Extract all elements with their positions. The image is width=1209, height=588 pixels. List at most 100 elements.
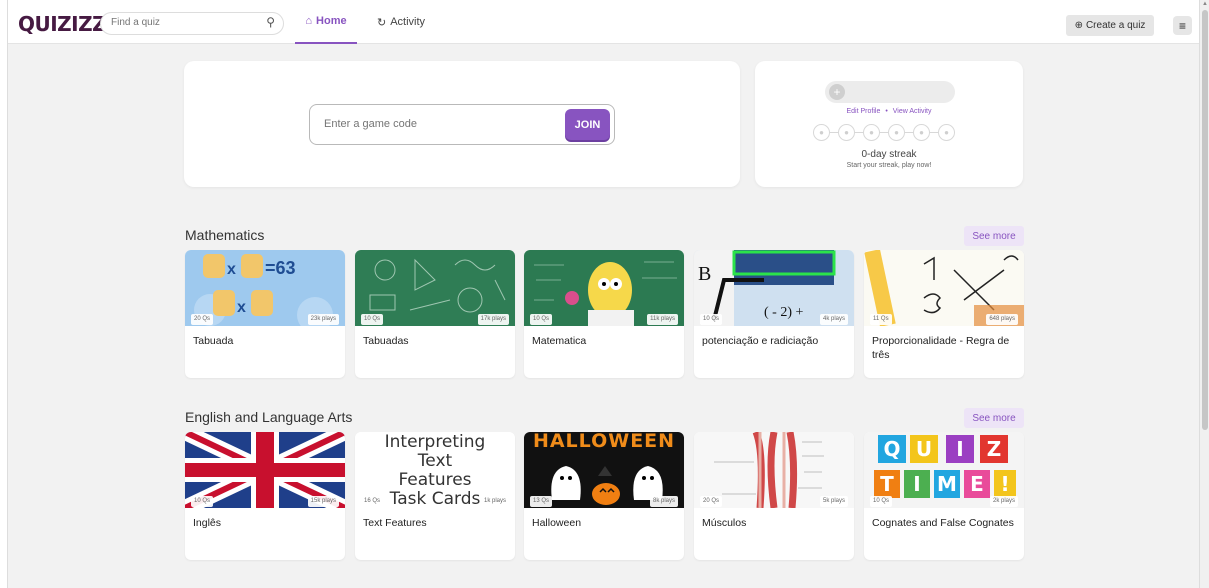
- section-title-english: English and Language Arts: [185, 409, 353, 425]
- quiz-title: Músculos: [702, 517, 747, 529]
- create-quiz-label: Create a quiz: [1085, 20, 1146, 31]
- profile-name-pill[interactable]: +: [825, 81, 955, 103]
- plays-count-badge: 15k plays: [307, 496, 339, 507]
- streak-flame-icon: ●: [888, 124, 905, 141]
- home-icon: ⌂: [305, 15, 313, 27]
- nav-tab-activity-label: Activity: [390, 16, 426, 28]
- plays-count-badge: 648 plays: [986, 314, 1018, 325]
- question-count-badge: 11 Qs: [870, 314, 892, 325]
- thumbnail-letter: T: [874, 470, 900, 498]
- thumbnail-text-line: Text: [417, 451, 453, 471]
- streak-flame-icon: ●: [838, 124, 855, 141]
- thumbnail-letter: U: [910, 435, 938, 463]
- plays-count-badge: 17k plays: [477, 314, 509, 325]
- question-count-badge: 10 Qs: [361, 314, 384, 325]
- see-more-english-button[interactable]: See more: [964, 408, 1024, 428]
- scroll-up-arrow-icon[interactable]: ▲: [1202, 1, 1208, 7]
- quiz-card[interactable]: Interpreting Text Features Task Cards 16…: [355, 432, 515, 560]
- quiz-title: Tabuadas: [363, 335, 409, 347]
- question-count-badge: 10 Qs: [700, 314, 723, 325]
- thumbnail-letter: Z: [980, 435, 1008, 463]
- vertical-scrollbar[interactable]: ▲: [1199, 0, 1209, 588]
- thumbnail-letter: M: [934, 470, 960, 498]
- question-count-badge: 20 Qs: [700, 496, 723, 507]
- plays-count-badge: 11k plays: [647, 314, 678, 325]
- quiz-title: potenciação e radiciação: [702, 335, 819, 347]
- link-separator: •: [885, 108, 888, 115]
- hamburger-icon: ≡: [1178, 18, 1186, 33]
- question-count-badge: 10 Qs: [191, 496, 214, 507]
- question-count-badge: 13 Qs: [530, 496, 553, 507]
- quiz-card[interactable]: 10 Qs 15k plays Inglês: [185, 432, 345, 560]
- svg-text:x: x: [227, 261, 236, 278]
- question-count-badge: 16 Qs: [361, 496, 384, 507]
- create-quiz-button[interactable]: ⊕ Create a quiz: [1066, 15, 1154, 36]
- thumbnail-text-line: Features: [398, 470, 472, 490]
- scrollbar-thumb[interactable]: [1202, 10, 1208, 430]
- nav-tab-home[interactable]: ⌂ Home: [295, 0, 357, 44]
- nav-tab-activity[interactable]: ↻ Activity: [371, 0, 431, 44]
- question-count-badge: 20 Qs: [191, 314, 214, 325]
- window-frame-left: [0, 0, 8, 588]
- streak-flame-icon: ●: [938, 124, 955, 141]
- plus-circle-icon: ⊕: [1074, 20, 1083, 31]
- thumbnail-letter: !: [994, 470, 1016, 498]
- quizizz-logo[interactable]: QUIZIZZ: [18, 12, 107, 36]
- profile-links: Edit Profile • View Activity: [755, 108, 1023, 115]
- avatar-add-icon[interactable]: +: [829, 84, 845, 100]
- thumbnail-letter: Q: [878, 435, 906, 463]
- quiz-title: Matematica: [532, 335, 587, 347]
- plays-count-badge: 1k plays: [480, 496, 509, 507]
- quiz-card[interactable]: 20 Qs 5k plays Músculos: [694, 432, 854, 560]
- search-box[interactable]: ⚲: [100, 12, 284, 35]
- quiz-card[interactable]: Q U I Z T I M E ! 10 Qs 2k plays Cognate…: [864, 432, 1024, 560]
- hamburger-menu-button[interactable]: ≡: [1173, 16, 1192, 35]
- game-code-box[interactable]: JOIN: [309, 104, 615, 145]
- streak-flame-icon: ●: [813, 124, 830, 141]
- see-more-mathematics-button[interactable]: See more: [964, 226, 1024, 246]
- search-icon[interactable]: ⚲: [266, 15, 275, 29]
- section-title-mathematics: Mathematics: [185, 227, 265, 243]
- plays-count-badge: 5k plays: [819, 496, 848, 507]
- top-navbar: QUIZIZZ ⚲ ⌂ Home ↻ Activity ⊕ Create a q…: [8, 0, 1199, 44]
- quiz-title: Halloween: [532, 517, 582, 529]
- profile-streak-card: + Edit Profile • View Activity ● ● ● ● ●…: [755, 61, 1023, 187]
- view-activity-link[interactable]: View Activity: [893, 108, 932, 115]
- svg-text:x: x: [237, 299, 246, 316]
- streak-flame-icon: ●: [863, 124, 880, 141]
- quiz-title: Cognates and False Cognates: [872, 517, 1014, 529]
- quiz-card[interactable]: B ( - 2) + 10 Qs 4k plays potenciação e …: [694, 250, 854, 378]
- streak-row: ● ● ● ● ● ●: [813, 124, 955, 141]
- thumbnail-letter: I: [946, 435, 974, 463]
- join-game-card: JOIN: [184, 61, 740, 187]
- question-count-badge: 10 Qs: [530, 314, 553, 325]
- thumbnail-text-line: Interpreting: [384, 432, 486, 452]
- quiz-card[interactable]: x =63 x 20 Qs 23k plays Tabuada: [185, 250, 345, 378]
- quiz-title: Inglês: [193, 517, 222, 529]
- search-input[interactable]: [111, 17, 251, 28]
- plays-count-badge: 23k plays: [307, 314, 339, 325]
- svg-text:( - 2) +: ( - 2) +: [764, 305, 803, 320]
- plays-count-badge: 8k plays: [649, 496, 678, 507]
- quiz-title: Tabuada: [193, 335, 234, 347]
- quiz-title: Proporcionalidade - Regra de três: [872, 335, 1010, 361]
- svg-text:B: B: [698, 263, 711, 285]
- nav-tab-home-label: Home: [316, 15, 347, 27]
- quiz-card[interactable]: 10 Qs 17k plays Tabuadas: [355, 250, 515, 378]
- history-icon: ↻: [376, 16, 387, 29]
- quiz-title: Text Features: [363, 517, 427, 529]
- streak-title: 0-day streak: [861, 149, 917, 160]
- thumbnail-letter: I: [904, 470, 930, 498]
- question-count-badge: 10 Qs: [870, 496, 893, 507]
- quiz-card[interactable]: 11 Qs 648 plays Proporcionalidade - Regr…: [864, 250, 1024, 378]
- join-button[interactable]: JOIN: [565, 109, 610, 140]
- streak-subtitle: Start your streak, play now!: [846, 162, 932, 169]
- streak-flame-icon: ●: [913, 124, 930, 141]
- quiz-card[interactable]: HALLOWEEN 13 Qs 8k plays Halloween: [524, 432, 684, 560]
- game-code-input[interactable]: [324, 118, 544, 130]
- quiz-card[interactable]: 10 Qs 11k plays Matematica: [524, 250, 684, 378]
- plays-count-badge: 4k plays: [819, 314, 848, 325]
- edit-profile-link[interactable]: Edit Profile: [847, 108, 881, 115]
- plays-count-badge: 2k plays: [989, 496, 1018, 507]
- thumbnail-letter: E: [964, 470, 990, 498]
